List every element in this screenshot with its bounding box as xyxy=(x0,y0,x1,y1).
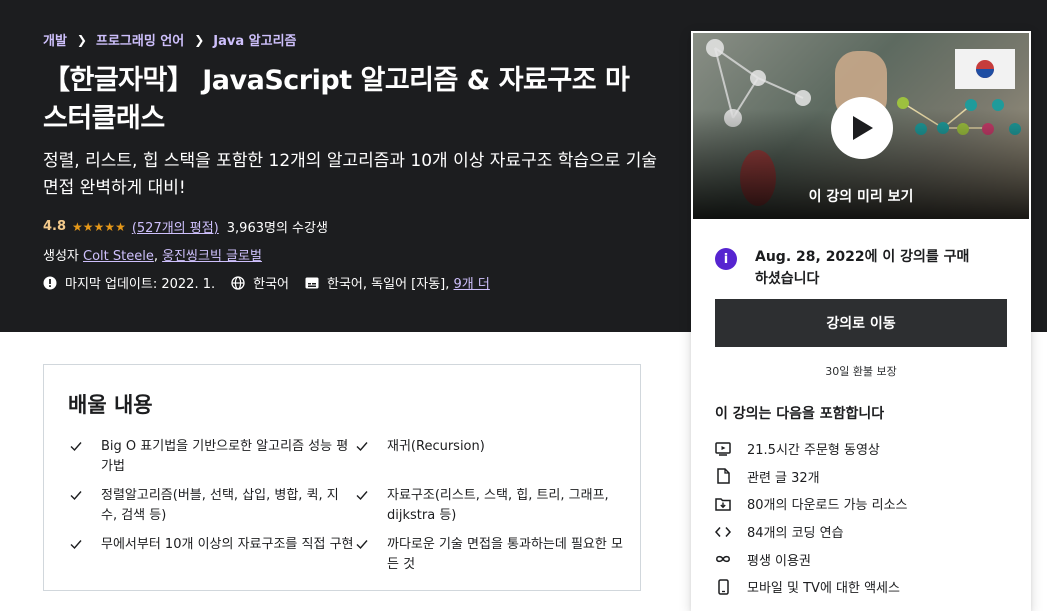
video-icon xyxy=(715,441,731,457)
list-item: 까다로운 기술 면접을 통과하는데 필요한 모든 것 xyxy=(354,535,624,575)
course-title: 【한글자막】 JavaScript 알고리즘 & 자료구조 마스터클래스 xyxy=(43,65,630,134)
list-item: 21.5시간 주문형 동영상 xyxy=(715,435,908,463)
check-icon xyxy=(356,442,368,452)
creator-link-colt-steele[interactable]: Colt Steele xyxy=(83,249,154,264)
money-back-guarantee: 30일 환불 보장 xyxy=(825,365,897,378)
language: 한국어 xyxy=(231,273,289,292)
list-item: 정렬알고리즘(버블, 선택, 삽입, 병합, 퀵, 지수, 검색 등) xyxy=(68,486,354,526)
file-icon xyxy=(715,468,731,485)
creator-link-woongjin[interactable]: 웅진씽크빅 글로벌 xyxy=(162,249,262,264)
star-rating-icon: ★★★★★ xyxy=(72,219,126,234)
list-item: 자료구조(리스트, 스택, 힙, 트리, 그래프, dijkstra 등) xyxy=(354,486,624,526)
course-preview-video[interactable]: 이 강의 미리 보기 xyxy=(692,32,1030,220)
go-to-course-button[interactable]: 강의로 이동 xyxy=(715,299,1007,347)
captions-text: 한국어, 독일어 [자동], xyxy=(327,277,450,292)
list-item: 관련 글 32개 xyxy=(715,463,908,491)
list-item: 평생 이용권 xyxy=(715,545,908,573)
course-subtitle: 정렬, 리스트, 힙 스택을 포함한 12개의 알고리즘과 10개 이상 자료구… xyxy=(43,151,657,198)
code-icon xyxy=(715,524,731,540)
chevron-right-icon: ❯ xyxy=(194,32,205,47)
list-item: 무에서부터 10개 이상의 자료구조를 직접 구현 xyxy=(68,535,354,575)
breadcrumb-item-development[interactable]: 개발 xyxy=(43,30,67,49)
language-text: 한국어 xyxy=(253,277,290,292)
play-button[interactable] xyxy=(831,97,893,159)
list-item: 재귀(Recursion) xyxy=(354,437,624,477)
creator-row: 생성자 Colt Steele, 웅진씽크빅 글로벌 xyxy=(43,249,262,264)
more-captions-link[interactable]: 9개 더 xyxy=(454,273,490,292)
learn-title: 배울 내용 xyxy=(68,393,153,417)
check-icon xyxy=(70,491,82,501)
breadcrumb-item-programming-language[interactable]: 프로그래밍 언어 xyxy=(96,30,184,49)
rating-value: 4.8 xyxy=(43,219,67,234)
breadcrumb-item-java-algorithm[interactable]: Java 알고리즘 xyxy=(213,30,296,49)
course-meta: 마지막 업데이트: 2022. 1. 한국어 한국어, 독일어 [자동], 9개… xyxy=(43,273,506,292)
captions-icon xyxy=(305,277,319,288)
chevron-right-icon: ❯ xyxy=(76,32,87,47)
infinity-icon xyxy=(715,551,731,567)
check-icon xyxy=(356,540,368,550)
mobile-icon xyxy=(715,579,731,595)
list-item: 80개의 다운로드 가능 리소스 xyxy=(715,490,908,518)
what-you-will-learn: 배울 내용 Big O 표기법을 기반으로한 알고리즘 성능 평가법 재귀(Re… xyxy=(43,364,641,591)
alert-badge-icon xyxy=(43,276,57,289)
preview-label: 이 강의 미리 보기 xyxy=(808,189,914,205)
check-icon xyxy=(70,540,82,550)
last-updated-text: 마지막 업데이트: 2022. 1. xyxy=(65,277,216,292)
breadcrumb: 개발 ❯ 프로그래밍 언어 ❯ Java 알고리즘 xyxy=(43,30,297,50)
last-updated: 마지막 업데이트: 2022. 1. xyxy=(43,273,215,292)
folder-download-icon xyxy=(715,496,731,512)
captions: 한국어, 독일어 [자동], 9개 더 xyxy=(305,273,490,292)
creator-label: 생성자 xyxy=(43,249,79,264)
check-icon xyxy=(356,491,368,501)
list-item: 84개의 코딩 연습 xyxy=(715,518,908,546)
play-icon xyxy=(853,116,873,140)
list-item: Big O 표기법을 기반으로한 알고리즘 성능 평가법 xyxy=(68,437,354,477)
purchase-notice: i Aug. 28, 2022에 이 강의를 구매하셨습니다 xyxy=(715,246,975,290)
list-item: 모바일 및 TV에 대한 액세스 xyxy=(715,573,908,601)
info-icon: i xyxy=(715,248,737,270)
globe-icon xyxy=(231,275,245,290)
student-count: 3,963명의 수강생 xyxy=(226,221,328,236)
rating-count-link[interactable]: (527개의 평점) xyxy=(132,217,219,236)
course-sidebar-card: 이 강의 미리 보기 i Aug. 28, 2022에 이 강의를 구매하셨습니… xyxy=(691,31,1031,611)
learn-list: Big O 표기법을 기반으로한 알고리즘 성능 평가법 재귀(Recursio… xyxy=(68,437,628,575)
includes-title: 이 강의는 다음을 포함합니다 xyxy=(715,406,885,422)
check-icon xyxy=(70,442,82,452)
purchase-notice-text: Aug. 28, 2022에 이 강의를 구매하셨습니다 xyxy=(755,249,970,287)
rating-row: 4.8 ★★★★★ (527개의 평점) 3,963명의 수강생 xyxy=(43,217,328,236)
includes-list: 21.5시간 주문형 동영상 관련 글 32개 80개의 다운로드 가능 리소스… xyxy=(715,435,908,601)
